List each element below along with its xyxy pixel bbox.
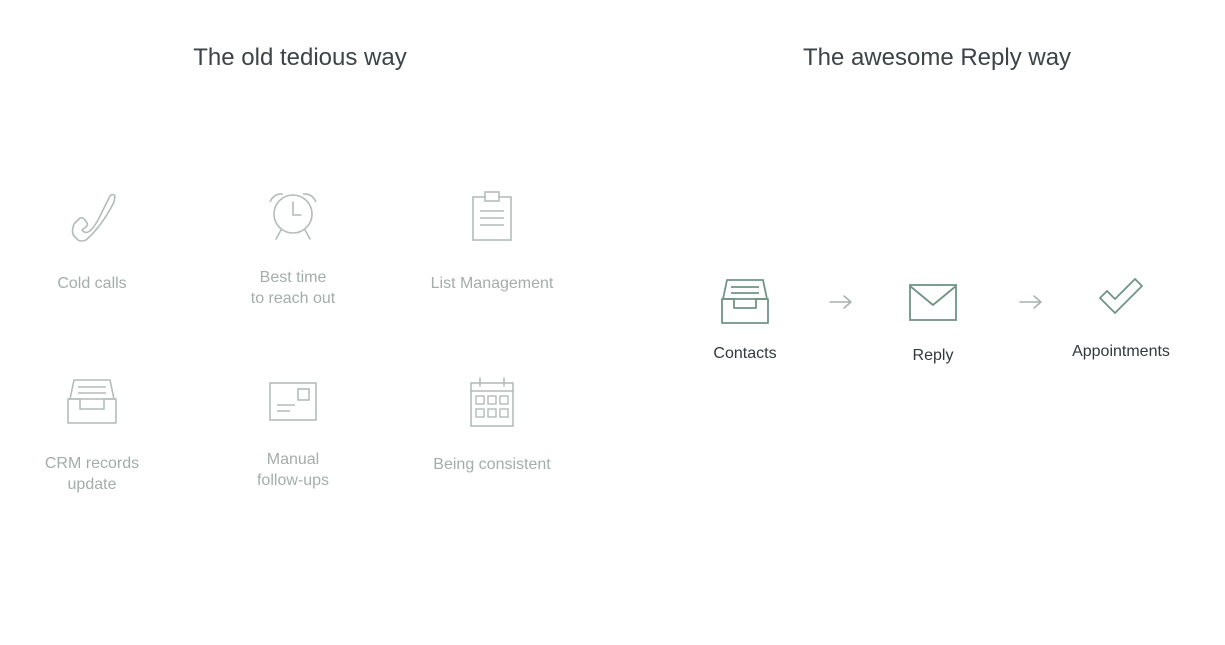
inbox-tray-icon [721, 279, 769, 324]
old-item-label: Being consistent [433, 456, 551, 473]
alarm-clock-icon [269, 193, 317, 240]
flow-step-label: Contacts [713, 345, 777, 362]
old-item-best-time: Best time to reach out [198, 189, 388, 309]
clipboard-icon [472, 191, 512, 241]
reply-way-heading: The awesome Reply way [802, 44, 1072, 71]
old-item-label: CRM records update [44, 455, 140, 493]
checkmark-icon [1099, 278, 1143, 314]
phone-icon [71, 193, 116, 242]
envelope-icon [909, 284, 957, 321]
flow-step-contacts: Contacts [665, 278, 825, 364]
flow-step-appointments: Appointments [1041, 278, 1201, 362]
calendar-icon [470, 377, 514, 427]
old-item-label: List Management [430, 275, 554, 292]
old-item-crm-records: CRM records update [0, 377, 187, 495]
right-arrow-icon [829, 295, 852, 309]
flow-step-label: Appointments [1072, 343, 1170, 360]
old-item-label: Cold calls [57, 275, 127, 292]
old-item-being-consistent: Being consistent [397, 377, 587, 475]
right-arrow-icon [1019, 295, 1042, 309]
old-item-list-management: List Management [397, 190, 587, 294]
old-way-heading: The old tedious way [193, 44, 407, 71]
old-item-label: Manual follow-ups [256, 451, 330, 489]
old-item-label: Best time to reach out [250, 269, 336, 307]
flow-step-reply: Reply [853, 283, 1013, 366]
old-item-cold-calls: Cold calls [0, 190, 187, 294]
flow-step-label: Reply [912, 347, 954, 364]
postcard-icon [269, 382, 317, 421]
old-item-manual-follow-ups: Manual follow-ups [198, 381, 388, 491]
inbox-tray-icon [67, 379, 117, 424]
